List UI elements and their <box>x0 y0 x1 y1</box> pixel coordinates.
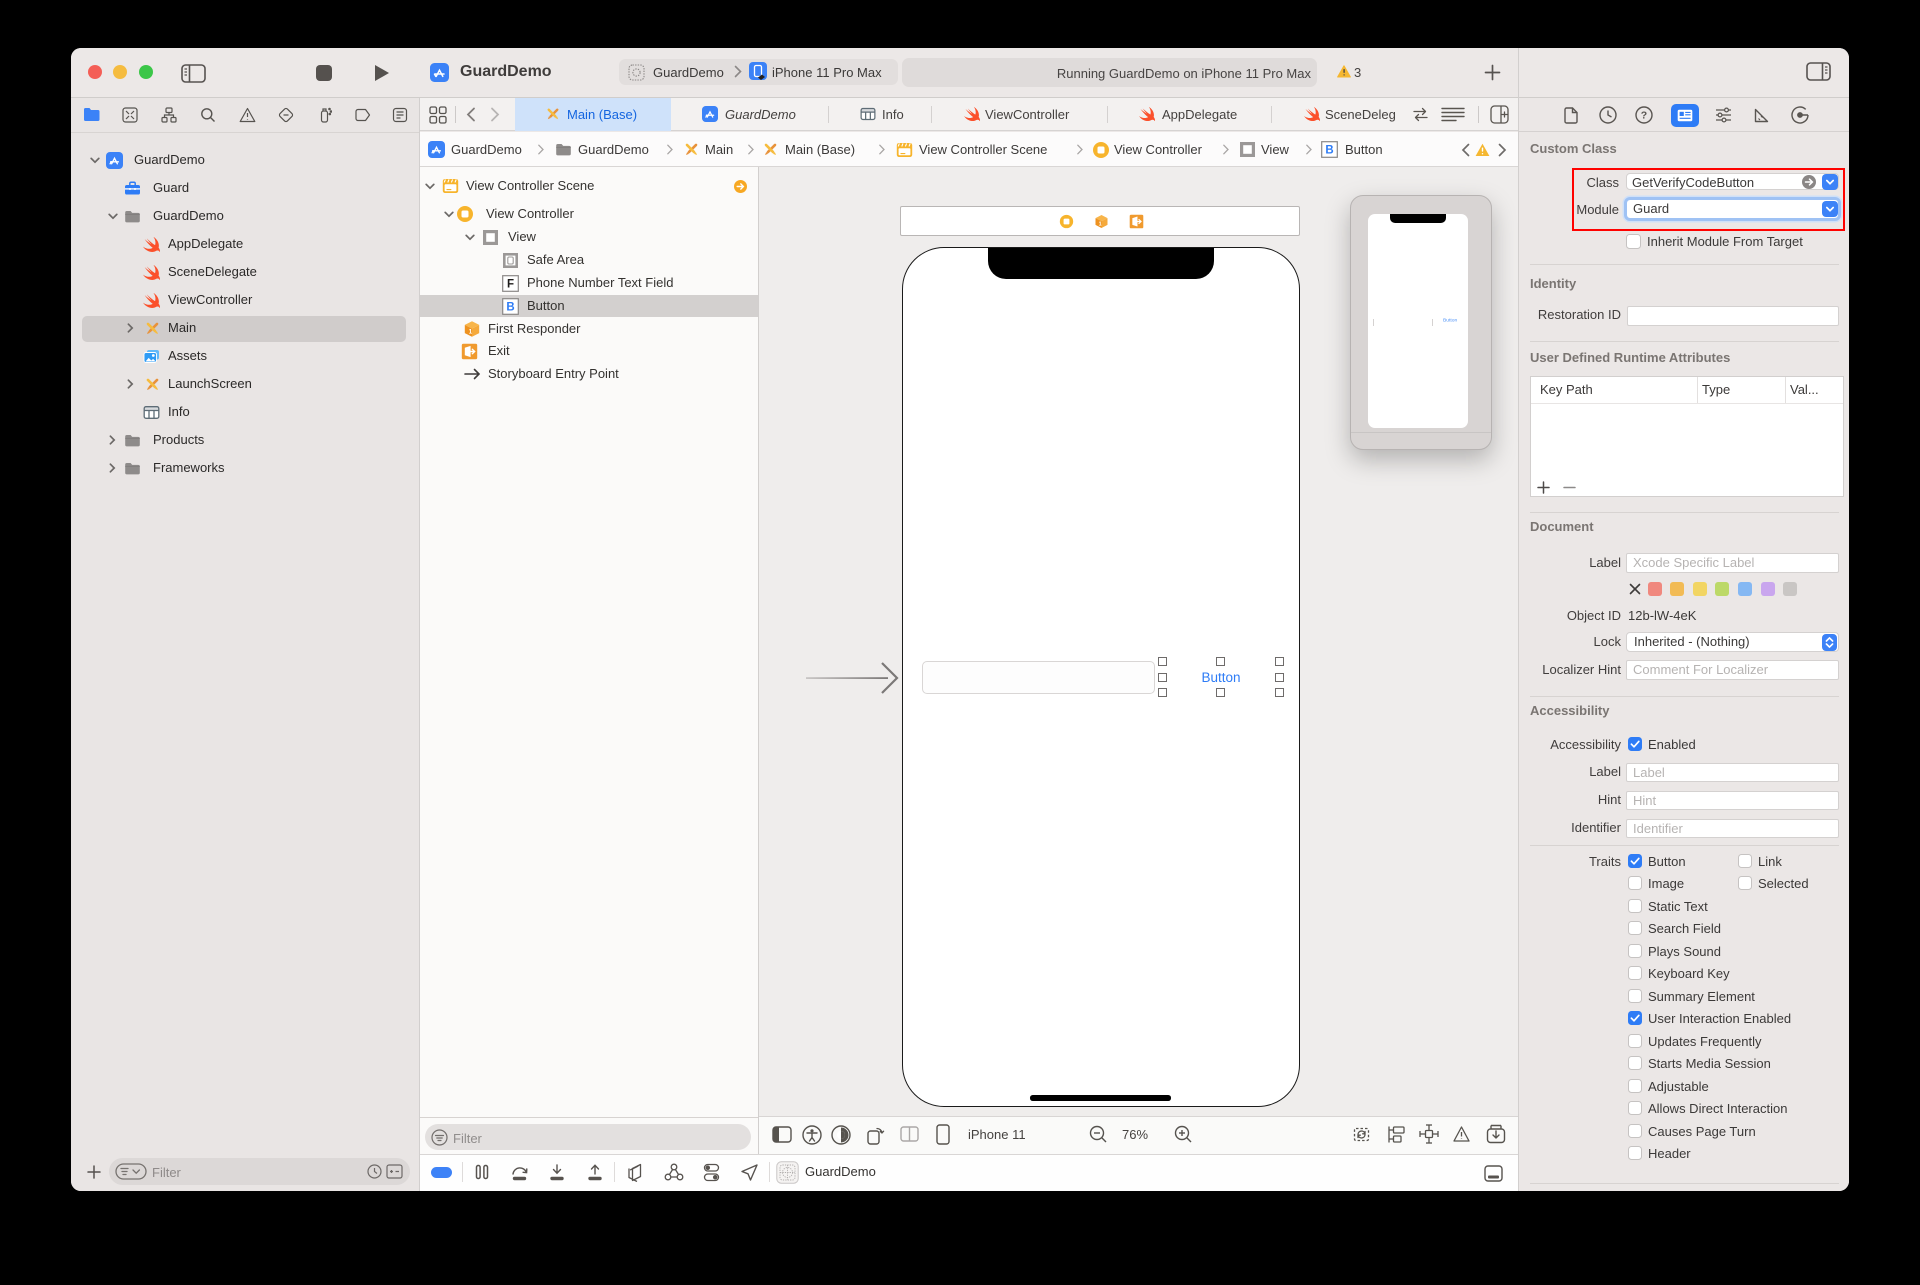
svg-text:?: ? <box>1641 110 1647 122</box>
